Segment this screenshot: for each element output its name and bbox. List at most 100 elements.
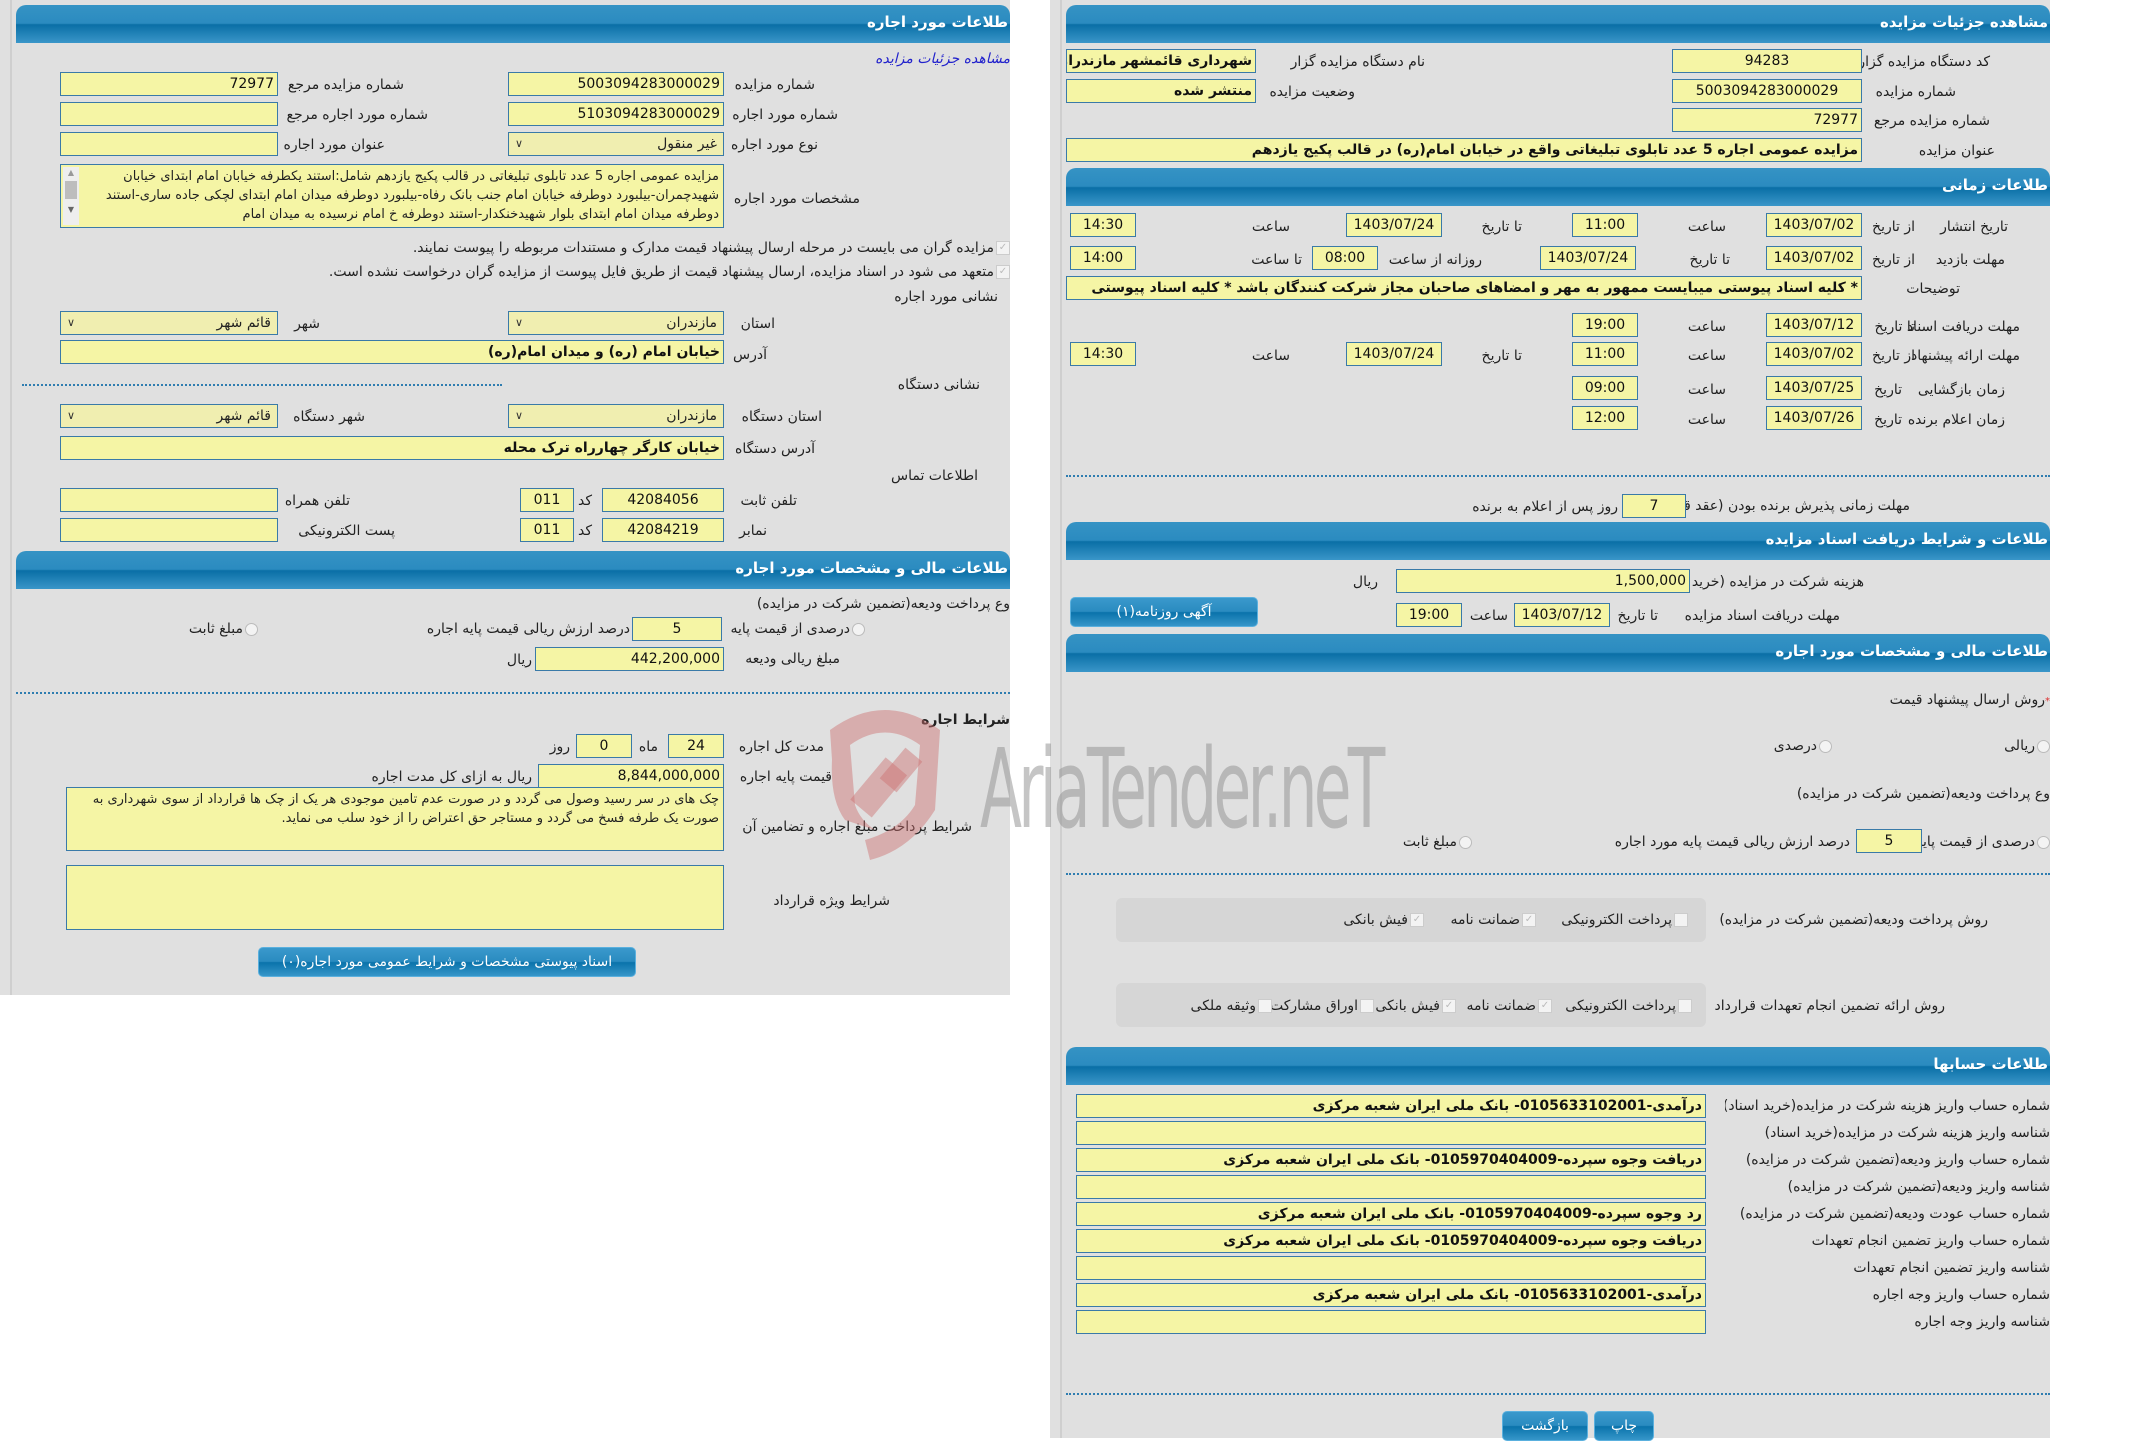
scroll-thumb[interactable]	[65, 181, 77, 199]
lease-item-panel: طلاعات مورد اجاره مشاهده جزئیات مزایده ش…	[0, 0, 1010, 995]
account-label: شماره حساب عودت ودیعه(تضمین شرکت در مزای…	[1739, 1206, 2050, 1222]
radio-button[interactable]	[1819, 739, 1832, 753]
acceptance-suffix: روز پس از اعلام به برنده	[1472, 499, 1618, 515]
lease-info-header: طلاعات مورد اجاره	[16, 5, 1010, 43]
attachments-button[interactable]: اسناد پیوستی مشخصات و شرایط عمومی مورد ا…	[258, 947, 636, 977]
specs-textarea[interactable]: مزایده عمومی اجاره 5 عدد تابلوی تبلیغاتی…	[60, 164, 724, 228]
fax-field: 42084219	[602, 518, 724, 542]
status-label: وضعیت مزایده	[1269, 84, 1355, 100]
acceptance-days-field: 7	[1622, 494, 1686, 518]
guarantee-method-property[interactable]: وثیقه ملکی	[1191, 994, 1272, 1018]
guarantee-method-electronic[interactable]: پرداخت الکترونیکی	[1565, 994, 1692, 1018]
radio-button[interactable]	[245, 622, 258, 636]
time-label: ساعت	[1687, 319, 1726, 335]
percent-of-base-text: درصدی از قیمت پایه	[730, 621, 850, 637]
radio-button[interactable]	[2037, 835, 2050, 849]
daily-from-label: روزانه از ساعت	[1388, 252, 1482, 268]
fixed-amount-option[interactable]: مبلغ ثابت	[1403, 830, 1472, 854]
deposit-method-bank-receipt[interactable]: ✓فیش بانکی	[1343, 908, 1424, 932]
percent-suffix: درصد ارزش ریالی قیمت پایه اجاره	[426, 621, 630, 637]
deposit-amount-field: 442,200,000	[535, 647, 724, 671]
deposit-method-label: روش پرداخت ودیعه(تضمین شرکت در مزایده)	[1719, 912, 1988, 928]
deposit-type-label: وع پرداخت ودیعه(تضمین شرکت در مزایده)	[1796, 786, 2050, 802]
special-terms-textarea[interactable]	[66, 865, 724, 930]
scrollbar[interactable]: ▲ ▼	[63, 167, 79, 225]
checkbox-label: فیش بانکی	[1375, 998, 1440, 1014]
checkbox-checked[interactable]: ✓	[996, 265, 1010, 279]
offer-to-date: 1403/07/24	[1346, 342, 1442, 366]
contact-title: اطلاعات تماس	[891, 468, 978, 484]
checkbox-checked[interactable]: ✓	[1538, 999, 1552, 1013]
checkbox-checked[interactable]: ✓	[1410, 913, 1424, 927]
guarantee-method-label: روش ارائه تضمین انجام تعهدات قرارداد	[1714, 998, 1945, 1014]
checkbox[interactable]	[1258, 999, 1272, 1013]
province-label: استان	[740, 316, 775, 332]
province-value: مازندران	[666, 315, 717, 331]
scroll-up-icon[interactable]: ▲	[63, 167, 79, 179]
guarantee-method-bank-receipt[interactable]: ✓فیش بانکی	[1375, 994, 1456, 1018]
day-label: روز	[549, 739, 570, 755]
deposit-method-guarantee[interactable]: ✓ضمانت نامه	[1450, 908, 1536, 932]
checkbox[interactable]	[1678, 999, 1692, 1013]
check-docs-required: ✓مزایده گران می بایست در مرحله ارسال پیش…	[413, 236, 1010, 260]
radio-button[interactable]	[2037, 739, 2050, 753]
rial-option[interactable]: ریالی	[2004, 734, 2050, 758]
newspaper-ad-button[interactable]: آگهی روزنامه(۱)	[1070, 597, 1258, 627]
mobile-label: تلفن همراه	[284, 493, 350, 509]
checkbox-checked[interactable]: ✓	[1442, 999, 1456, 1013]
checkbox[interactable]	[1674, 913, 1688, 927]
visit-to-date: 1403/07/24	[1540, 246, 1636, 270]
from-date-label: از تاریخ	[1872, 348, 1915, 364]
timing-header: طلاعات زمانی	[1066, 168, 2050, 206]
check-docs-required-text: مزایده گران می بایست در مرحله ارسال پیشن…	[412, 240, 994, 256]
lease-item-number-field: 5103094283000029	[508, 102, 724, 126]
specs-text: مزایده عمومی اجاره 5 عدد تابلوی تبلیغاتی…	[105, 169, 719, 222]
offer-from-time: 11:00	[1572, 342, 1638, 366]
province-select[interactable]: مازندران ∨	[508, 311, 724, 335]
financial-header: طلاعات مالی و مشخصات مورد اجاره	[1066, 634, 2050, 672]
doc-deadline-date: 1403/07/12	[1766, 313, 1862, 337]
date-label: تاریخ	[1874, 382, 1902, 398]
ref-lease-item-number-label: شماره مورد اجاره مرجع	[286, 107, 429, 123]
percent-of-base-option[interactable]: درصدی از قیمت پایه	[730, 617, 865, 641]
fixed-amount-option[interactable]: مبلغ ثابت	[189, 617, 258, 641]
percent-option[interactable]: درصدی	[1774, 734, 1832, 758]
doc-deadline-label: مهلت دریافت اسناد	[1906, 319, 2020, 335]
deposit-method-electronic[interactable]: پرداخت الکترونیکی	[1561, 908, 1688, 932]
print-button[interactable]: چاپ	[1594, 1411, 1654, 1441]
checkbox-label: پرداخت الکترونیکی	[1565, 998, 1676, 1014]
lease-type-select[interactable]: غیر منقول ∨	[508, 132, 724, 156]
fax-label: نمابر	[739, 523, 767, 539]
guarantee-method-bonds[interactable]: اوراق مشارکت	[1270, 994, 1374, 1018]
duration-label: مدت کل اجاره	[738, 739, 824, 755]
scroll-down-icon[interactable]: ▼	[63, 201, 79, 219]
back-button[interactable]: بازگشت	[1502, 1411, 1588, 1441]
fax-code-field: 011	[520, 518, 574, 542]
org-province-value: مازندران	[666, 408, 717, 424]
org-city-select[interactable]: قائم شهر ∨	[60, 404, 278, 428]
checkbox[interactable]	[1360, 999, 1374, 1013]
guarantee-method-guarantee[interactable]: ✓ضمانت نامه	[1466, 994, 1552, 1018]
checkbox-checked[interactable]: ✓	[996, 241, 1010, 255]
org-province-select[interactable]: مازندران ∨	[508, 404, 724, 428]
offer-from-date: 1403/07/02	[1766, 342, 1862, 366]
publish-from-date: 1403/07/02	[1766, 213, 1862, 237]
financial-header: طلاعات مالی و مشخصات مورد اجاره	[16, 551, 1010, 589]
checkbox-checked[interactable]: ✓	[1522, 913, 1536, 927]
city-select[interactable]: قائم شهر ∨	[60, 311, 278, 335]
checkbox-label: فیش بانکی	[1343, 912, 1408, 928]
opening-time: 09:00	[1572, 376, 1638, 400]
auction-title-label: عنوان مزایده	[1918, 143, 1995, 159]
payment-terms-textarea[interactable]: چک های در سر رسید وصول می گردد و در صورت…	[66, 787, 724, 851]
radio-button[interactable]	[1459, 835, 1472, 849]
time-label: ساعت	[1687, 348, 1726, 364]
percent-field: 5	[1856, 829, 1922, 853]
account-label: شناسه واریز تضمین انجام تعهدات	[1853, 1260, 2050, 1276]
from-date-label: از تاریخ	[1872, 252, 1915, 268]
time-label: ساعت	[1687, 412, 1726, 428]
view-auction-details-link[interactable]: مشاهده جزئیات مزایده	[875, 47, 1010, 71]
percent-of-base-option[interactable]: درصدی از قیمت پایه	[1915, 830, 2050, 854]
radio-button[interactable]	[852, 622, 865, 636]
accounts-header: طلاعات حسابها	[1066, 1047, 2050, 1085]
opening-label: زمان بازگشایی	[1917, 382, 2005, 398]
